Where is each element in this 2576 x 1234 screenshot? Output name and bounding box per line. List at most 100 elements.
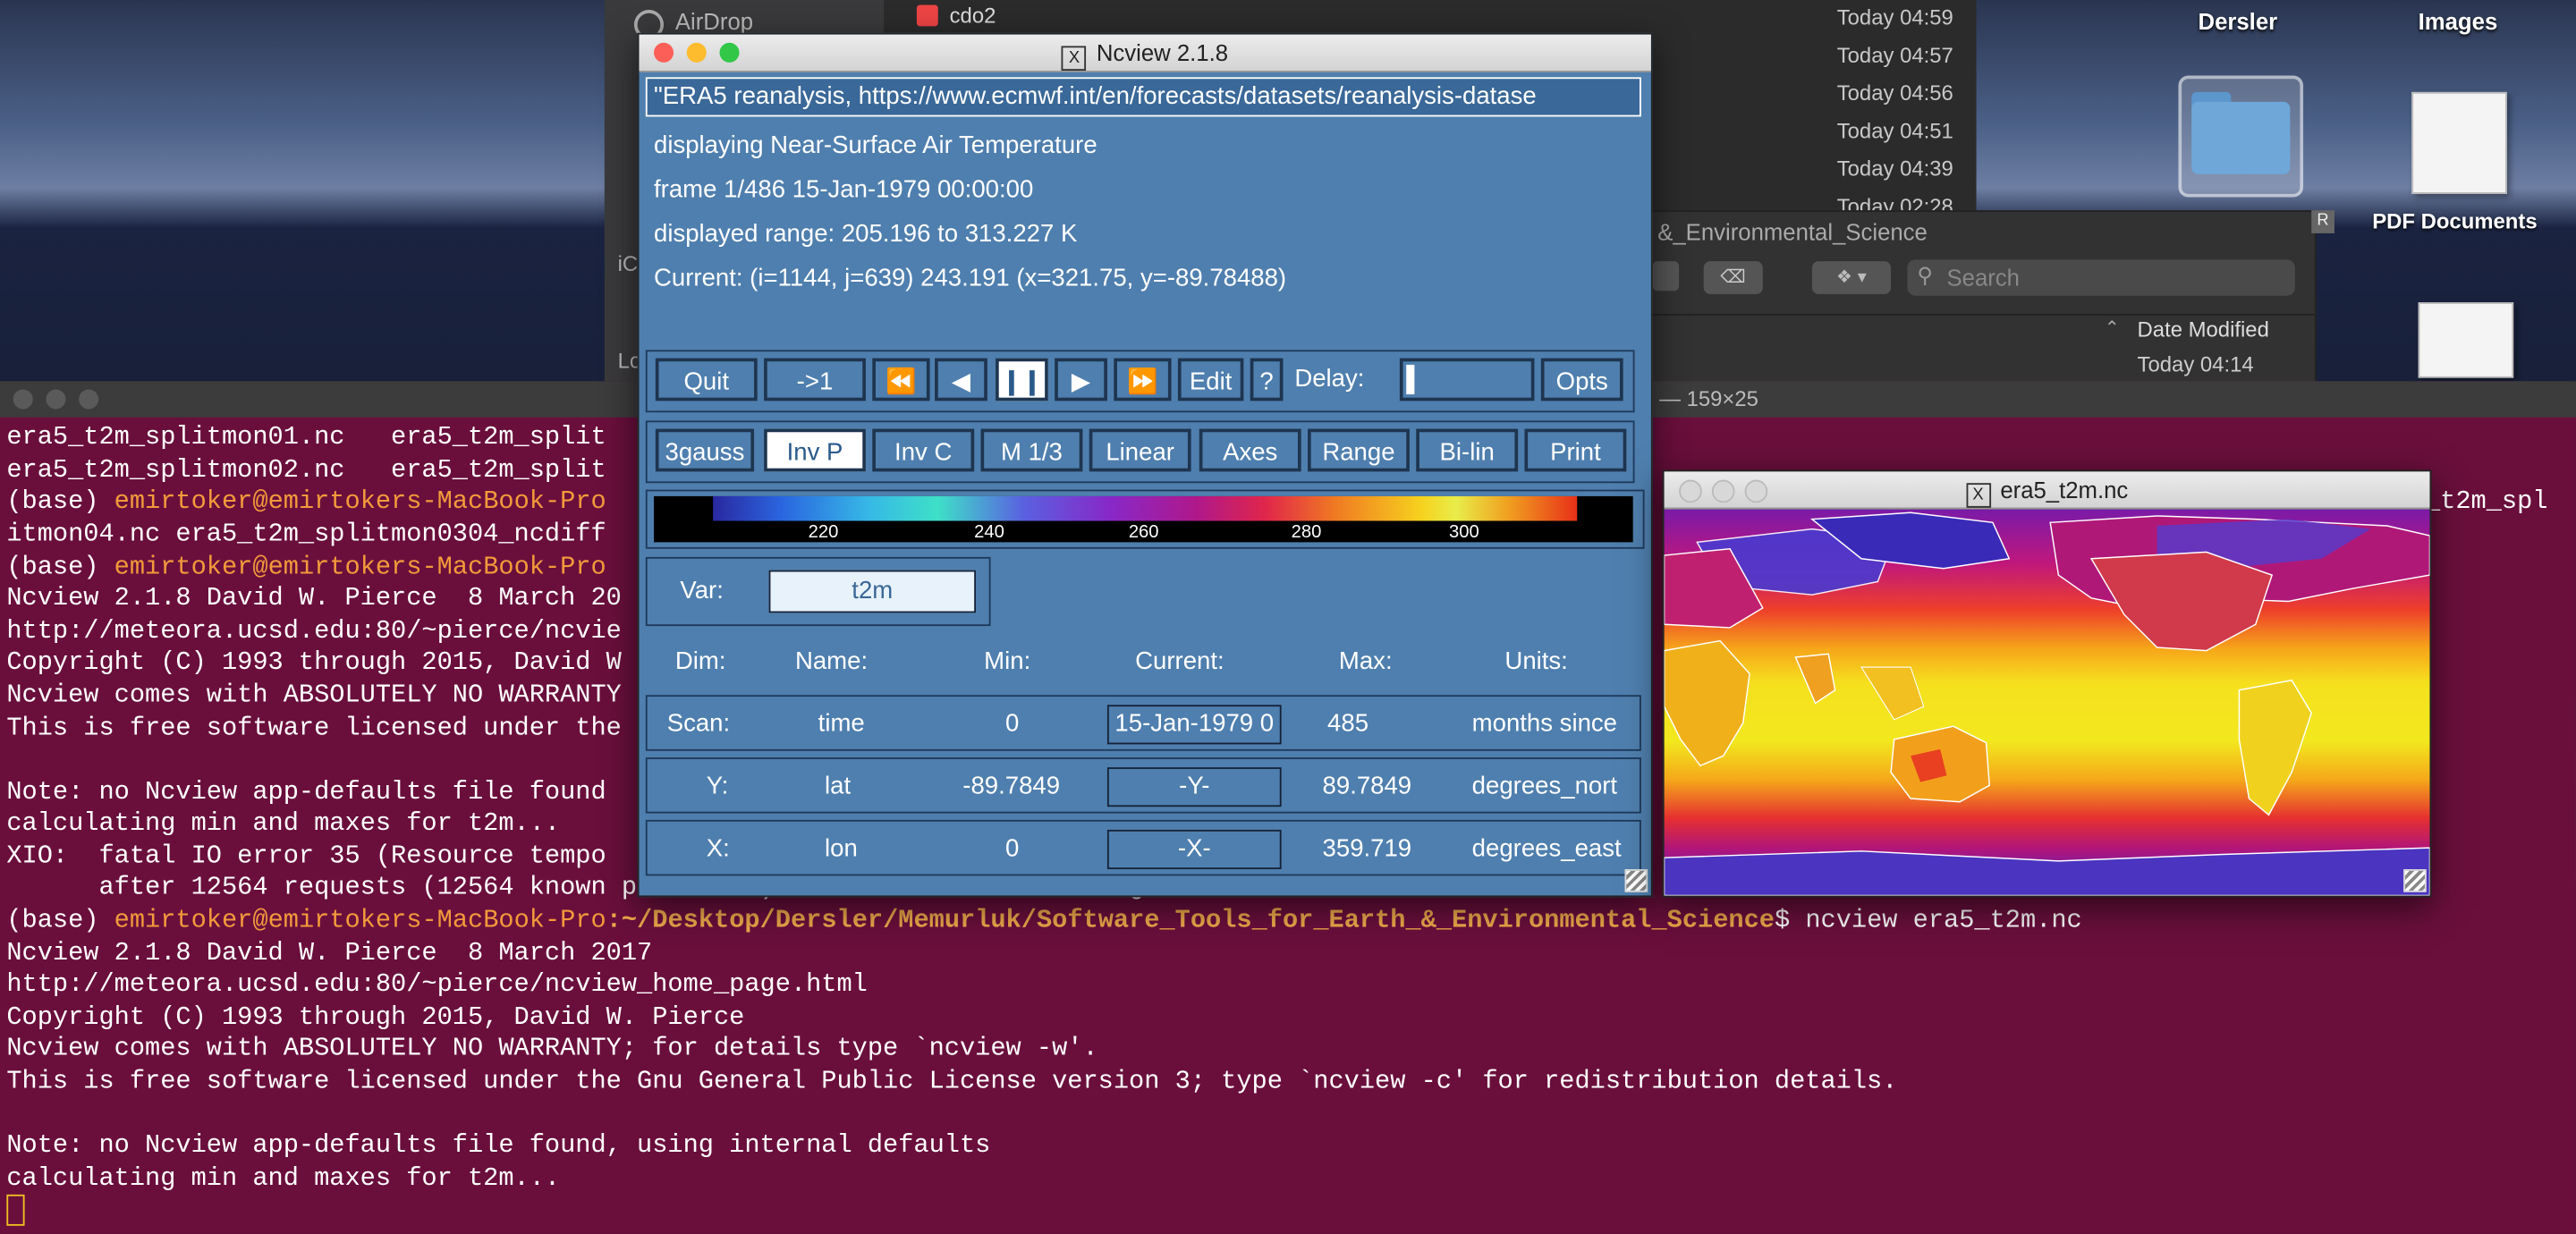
terminal-line: http://meteora.ucsd.edu:80/~pierce/ncvie… <box>6 969 868 1000</box>
colorbar-tick: 220 <box>808 522 839 543</box>
rewind-icon[interactable]: ⏪ <box>872 358 930 401</box>
colorbar-tick: 280 <box>1291 522 1322 543</box>
dim-max: 89.7849 <box>1322 772 1412 800</box>
axes-button[interactable]: Axes <box>1199 428 1301 472</box>
range-button[interactable]: Range <box>1308 428 1410 472</box>
colormap-3gauss-button[interactable]: 3gauss <box>655 428 755 472</box>
file-date: Today 04:51 <box>1836 118 1953 143</box>
restart-button[interactable]: ->1 <box>764 358 866 401</box>
file-date: Today 04:59 <box>1836 4 1953 30</box>
minimize-button[interactable] <box>46 389 66 410</box>
close-button[interactable] <box>13 389 33 410</box>
sort-chevron-icon[interactable]: ⌃ <box>2105 317 2120 338</box>
search-field[interactable]: ⚲ Search <box>1907 259 2295 296</box>
help-button[interactable]: ? <box>1250 358 1284 401</box>
tag-icon[interactable]: ⌫ <box>1703 261 1763 294</box>
print-button[interactable]: Print <box>1524 428 1627 472</box>
dim-max: 485 <box>1327 709 1369 739</box>
file-date: Today 04:57 <box>1836 42 1953 68</box>
zoom-button[interactable] <box>79 389 99 410</box>
transform-linear-button[interactable]: Linear <box>1089 428 1191 472</box>
terminal-line: Copyright (C) 1993 through 2015, David W… <box>6 1002 745 1032</box>
dim-header: Dim: <box>674 647 726 676</box>
dim-label: Scan: <box>666 709 731 739</box>
dim-current-y[interactable]: -Y- <box>1106 767 1282 807</box>
terminal-title: — 159×25 <box>1659 385 1758 411</box>
quit-button[interactable]: Quit <box>655 358 758 401</box>
dim-units: months since <box>1471 709 1618 739</box>
file-date: Today 04:39 <box>1836 156 1953 182</box>
colorbar[interactable]: 220 240 260 280 300 <box>654 495 1633 543</box>
map-window: Xera5_t2m.nc <box>1662 469 2432 898</box>
delay-slider[interactable] <box>1399 358 1535 401</box>
desktop-label-images[interactable]: Images <box>2419 8 2498 34</box>
delay-slider-thumb[interactable] <box>1406 364 1415 394</box>
desktop-label-dersler[interactable]: Dersler <box>2199 8 2278 34</box>
var-button-t2m[interactable]: t2m <box>768 570 976 613</box>
sidebar-item-icloud[interactable]: iC <box>618 251 639 276</box>
terminal-line: Ncview 2.1.8 David W. Pierce 8 March 20 <box>6 583 622 613</box>
text-cursor <box>6 1194 25 1226</box>
units-header: Units: <box>1504 647 1568 676</box>
max-header: Max: <box>1338 647 1393 676</box>
terminal-line: This is free software licensed under the… <box>6 1066 1898 1096</box>
search-placeholder: Search <box>1946 264 2020 292</box>
dim-label: X: <box>706 834 730 863</box>
invert-colormap-button[interactable]: Inv C <box>872 428 975 472</box>
folder-icon[interactable] <box>2178 75 2304 198</box>
dim-units: degrees_east <box>1471 834 1622 863</box>
current-header: Current: <box>1135 647 1224 676</box>
dim-row-y: Y: lat -89.7849 -Y- 89.7849 degrees_nort <box>645 757 1641 814</box>
dim-name: time <box>818 709 865 739</box>
temperature-map[interactable] <box>1664 509 2430 896</box>
terminal-line: XIO: fatal IO error 35 (Resource tempo <box>6 841 606 871</box>
terminal-line: calculating min and maxes for t2m... <box>6 1162 561 1194</box>
terminal-line: calculating min and maxes for t2m... <box>6 808 561 839</box>
document-thumbnail-icon[interactable] <box>2418 302 2514 378</box>
sidebar-item-airdrop[interactable]: AirDrop <box>675 8 753 34</box>
info-range: displayed range: 205.196 to 313.227 K <box>654 220 1078 249</box>
pdf-documents-icon[interactable] <box>2411 91 2507 194</box>
invert-physical-button[interactable]: Inv P <box>764 428 866 472</box>
dim-label: Y: <box>706 772 729 800</box>
dropbox-icon[interactable]: ❖ ▾ <box>1811 261 1892 294</box>
opts-button[interactable]: Opts <box>1540 358 1623 401</box>
bilinear-button[interactable]: Bi-lin <box>1416 428 1519 472</box>
pause-icon[interactable]: ❙❙ <box>996 358 1048 401</box>
dim-row-scan: Scan: time 0 15-Jan-1979 0 485 months si… <box>645 695 1641 751</box>
terminal-line: Ncview comes with ABSOLUTELY NO WARRANTY… <box>6 1033 1098 1063</box>
x11-icon: X <box>1062 46 1087 72</box>
finder-title: &_Environmental_Science <box>1657 218 1928 245</box>
file-date: Today 04:56 <box>1836 80 1953 106</box>
var-label: Var: <box>680 576 724 605</box>
column-date-modified[interactable]: Date Modified <box>2138 317 2269 342</box>
map-window-title: era5_t2m.nc <box>2000 476 2129 503</box>
badge: R <box>2311 210 2334 233</box>
resize-grip-icon[interactable] <box>1624 869 1648 892</box>
colorbar-tick: 240 <box>974 522 1004 543</box>
desktop-label-pdf-documents[interactable]: PDF Documents <box>2372 208 2537 233</box>
edit-button[interactable]: Edit <box>1177 358 1244 401</box>
step-forward-icon[interactable]: ▶ <box>1055 358 1107 401</box>
terminal-line: Ncview comes with ABSOLUTELY NO WARRANTY <box>6 680 622 710</box>
variable-selector: Var: t2m <box>645 556 991 627</box>
step-back-icon[interactable]: ◀ <box>935 358 987 401</box>
terminal-line: Ncview 2.1.8 David W. Pierce 8 March 201… <box>6 938 653 968</box>
dim-units: degrees_nort <box>1471 772 1618 800</box>
terminal-line: Copyright (C) 1993 through 2015, David W <box>6 647 622 678</box>
dim-current-scan[interactable]: 15-Jan-1979 0 <box>1106 705 1282 745</box>
terminal-line-fragment: _t2m_spl <box>2424 486 2548 516</box>
dim-row-x: X: lon 0 -X- 359.719 degrees_east <box>645 819 1641 876</box>
source-banner: "ERA5 reanalysis, https://www.ecmwf.int/… <box>645 77 1641 117</box>
option-bar: 3gauss Inv P Inv C M 1/3 Linear Axes Ran… <box>645 420 1635 484</box>
terminal-line: itmon04.nc era5_t2m_splitmon0304_ncdiff <box>6 519 606 549</box>
terminal-line: (base) emirtoker@emirtokers-MacBook-Pro <box>6 552 606 582</box>
magnification-button[interactable]: M 1/3 <box>980 428 1083 472</box>
ncview-titlebar: X Ncview 2.1.8 <box>639 34 1651 72</box>
dim-current-x[interactable]: -X- <box>1106 829 1282 870</box>
fast-forward-icon[interactable]: ⏩ <box>1114 358 1172 401</box>
view-button[interactable] <box>1652 261 1680 292</box>
terminal-cursor-line[interactable] <box>6 1194 25 1228</box>
resize-grip-icon[interactable] <box>2403 869 2427 892</box>
control-bar: Quit ->1 ⏪ ◀ ❙❙ ▶ ⏩ Edit ? Delay: Opts <box>645 350 1635 413</box>
